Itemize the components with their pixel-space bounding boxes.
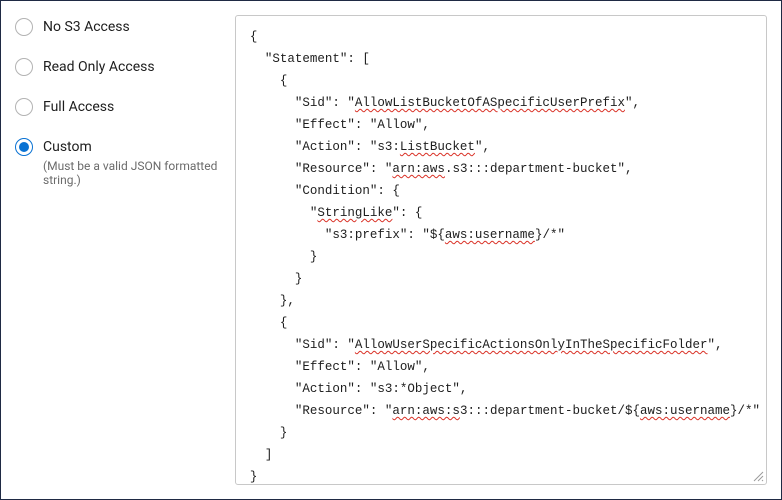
radio-option-full-access[interactable]: Full Access xyxy=(15,87,223,127)
radio-label: Read Only Access xyxy=(43,57,155,77)
radio-option-read-only-access[interactable]: Read Only Access xyxy=(15,47,223,87)
radio-option-no-s3-access[interactable]: No S3 Access xyxy=(15,15,223,47)
policy-json-textarea[interactable]: { "Statement": [ { "Sid": "AllowListBuck… xyxy=(236,16,766,484)
policy-json-column: { "Statement": [ { "Sid": "AllowListBuck… xyxy=(235,15,767,485)
radio-label: No S3 Access xyxy=(43,17,130,37)
radio-label: Full Access xyxy=(43,97,114,117)
access-level-radiogroup: No S3 Access Read Only Access Full Acces… xyxy=(15,15,235,485)
policy-json-field: { "Statement": [ { "Sid": "AllowListBuck… xyxy=(235,15,767,485)
radio-icon-selected xyxy=(15,138,33,156)
radio-icon xyxy=(15,18,33,36)
radio-label: Custom xyxy=(43,137,223,157)
radio-hint: (Must be a valid JSON formatted string.) xyxy=(43,159,223,187)
s3-access-policy-panel: No S3 Access Read Only Access Full Acces… xyxy=(0,0,782,500)
radio-icon xyxy=(15,98,33,116)
radio-option-custom[interactable]: Custom (Must be a valid JSON formatted s… xyxy=(15,127,223,197)
radio-icon xyxy=(15,58,33,76)
